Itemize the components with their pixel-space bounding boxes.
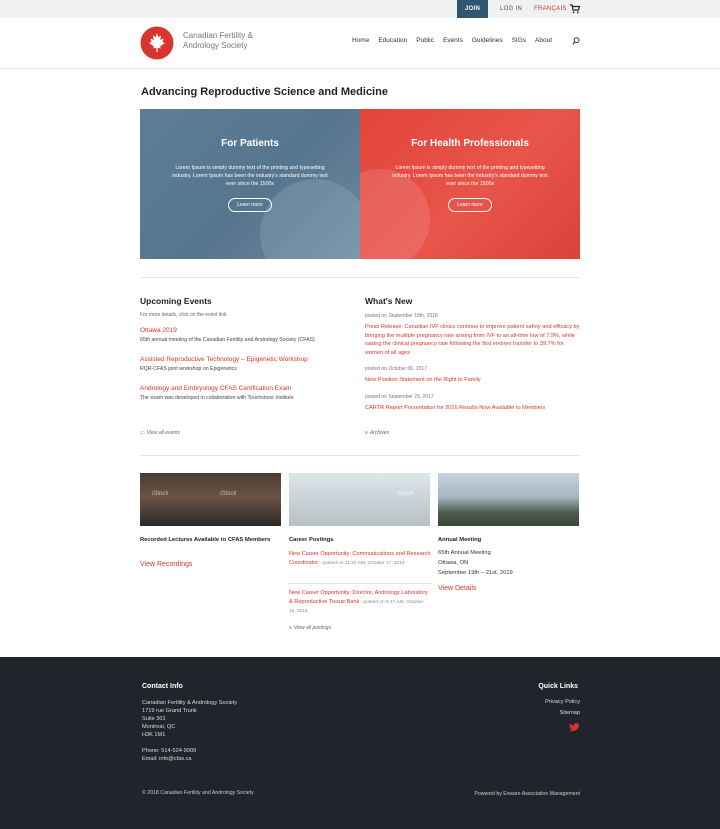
address-line: Suite 301 [142, 716, 166, 722]
hero-patients-panel: For Patients Lorem Ipsum is simply dummy… [140, 109, 360, 259]
twitter-icon[interactable] [569, 723, 579, 731]
list-icon: ≡ [365, 430, 368, 436]
cart-icon[interactable] [570, 4, 580, 14]
news-link[interactable]: CARTR Report Presentation for 2016 Resul… [365, 404, 580, 413]
hero-professionals-title: For Health Professionals [411, 138, 529, 149]
page-title: Advancing Reproductive Science and Medic… [141, 86, 388, 98]
site-header: Canadian Fertility & Andrology Society H… [0, 18, 720, 69]
section-divider [140, 277, 580, 278]
top-utility-bar: JOIN LOG IN FRANÇAIS [0, 0, 720, 18]
upcoming-events-heading: Upcoming Events [140, 296, 212, 306]
nav-item-sigs[interactable]: SIGs [512, 37, 526, 44]
event-description: 65th annual meeting of the Canadian Fert… [140, 337, 315, 343]
event-link[interactable]: Ottawa 2019 [140, 327, 360, 334]
quick-links-heading: Quick Links [538, 683, 578, 690]
view-all-postings-link[interactable]: ≡ View all postings [289, 625, 331, 631]
list-item: posted on October 06, 2017 New Position … [365, 366, 580, 385]
join-button[interactable]: JOIN [457, 0, 488, 18]
news-date: posted on September 29, 2017 [365, 393, 434, 400]
address-line: H3K 1M1 [142, 732, 166, 738]
news-link[interactable]: New Position Statement on the Right to F… [365, 376, 580, 385]
nav-item-home[interactable]: Home [352, 37, 369, 44]
calendar-icon: ▭ [140, 430, 145, 436]
hero-patients-title: For Patients [221, 138, 279, 149]
upcoming-events-list: For more details, click on the event lin… [140, 312, 360, 401]
logo-text[interactable]: Canadian Fertility & Andrology Society [183, 31, 273, 51]
career-post[interactable]: New Career Opportunity: Director, Androl… [289, 589, 431, 617]
image-watermark: iStock [220, 491, 237, 497]
address-line: 1719 rue Grand Trunk [142, 708, 197, 714]
nav-item-education[interactable]: Education [378, 37, 407, 44]
news-date: posted on October 06, 2017 [365, 366, 427, 372]
view-all-events-label: View all events [146, 430, 180, 436]
view-recordings-link[interactable]: View Recordings [140, 561, 192, 568]
phone-text: Phone: 514-524-9009 [142, 748, 197, 754]
list-item: Andrology and Embryology CFAS Certificat… [140, 385, 360, 401]
hero-patients-text: Lorem Ipsum is simply dummy text of the … [172, 165, 328, 187]
archives-link[interactable]: ≡ Archives [365, 430, 389, 436]
search-icon[interactable] [572, 37, 580, 45]
image-watermark: iStock [397, 491, 414, 497]
list-item: Ottawa 2019 65th annual meeting of the C… [140, 327, 360, 343]
event-link[interactable]: Assisted Reproductive Technology – Epige… [140, 356, 360, 363]
hero-professionals-learn-more-button[interactable]: Learn more [448, 198, 492, 212]
contact-info-heading: Contact Info [142, 683, 183, 690]
address-line: Montreal, QC [142, 724, 176, 730]
meeting-line-3: September 19th – 21st, 2019 [438, 570, 513, 576]
sitemap-link[interactable]: Sitemap [559, 710, 580, 716]
meeting-line-2: Ottawa, ON [438, 560, 469, 566]
news-list: posted on September 18th, 2018 Press Rel… [365, 313, 580, 421]
contact-address: Canadian Fertility & Andrology Society 1… [142, 699, 237, 763]
section-divider [140, 455, 580, 456]
hero-professionals-text: Lorem Ipsum is simply dummy text of the … [392, 165, 548, 187]
career-card-title: Career Postings [289, 537, 334, 543]
maple-leaf-logo-icon[interactable] [140, 26, 174, 60]
event-description: The exam was developed in collaboration … [140, 395, 294, 401]
ottawa-image[interactable] [438, 473, 579, 526]
nav-item-public[interactable]: Public [416, 37, 434, 44]
career-post-meta: - posted on 11:22 AM, October 17, 2018 [318, 560, 405, 566]
news-date: posted on September 18th, 2018 [365, 313, 438, 319]
career-image[interactable]: iStock [289, 473, 430, 526]
archives-label: Archives [369, 430, 390, 436]
whats-new-heading: What's New [365, 296, 413, 306]
career-post[interactable]: New Career Opportunity: Communications a… [289, 550, 431, 568]
list-item: posted on September 18th, 2018 Press Rel… [365, 313, 580, 357]
recordings-card-title: Recorded Lectures Available to CFAS Memb… [140, 537, 271, 543]
nav-item-about[interactable]: About [535, 37, 552, 44]
powered-by-link[interactable]: Powered by Exware Association Management [474, 791, 580, 797]
login-link[interactable]: LOG IN [500, 0, 522, 18]
view-all-events-link[interactable]: ▭ View all events [140, 430, 180, 436]
event-link[interactable]: Andrology and Embryology CFAS Certificat… [140, 385, 360, 392]
list-item: posted on September 29, 2017 CARTR Repor… [365, 394, 580, 413]
view-all-postings-label: View all postings [293, 625, 332, 631]
language-switch-link[interactable]: FRANÇAIS [534, 0, 567, 18]
list-icon: ≡ [289, 625, 292, 631]
list-item: Assisted Reproductive Technology – Epige… [140, 356, 360, 372]
hero-photo-overlay [260, 179, 360, 259]
news-link[interactable]: Press Release: Canadian IVF clinics cont… [365, 323, 580, 357]
image-watermark: iStock [152, 491, 169, 497]
main-nav: Home Education Public Events Guidelines … [352, 37, 561, 44]
email-link[interactable]: Email: info@cfas.ca [142, 755, 237, 763]
events-hint: For more details, click on the event lin… [140, 312, 228, 318]
meeting-card-title: Annual Meeting [438, 537, 482, 543]
address-line: Canadian Fertility & Andrology Society [142, 700, 238, 706]
event-description: RQR-CFAS joint workshop on Epigenetics [140, 366, 237, 372]
privacy-policy-link[interactable]: Privacy Policy [545, 699, 580, 705]
hero-professionals-panel: For Health Professionals Lorem Ipsum is … [360, 109, 580, 259]
meeting-line-1: 65th Annual Meeting [438, 550, 491, 556]
nav-item-guidelines[interactable]: Guidelines [472, 37, 503, 44]
post-divider [289, 583, 431, 584]
view-details-link[interactable]: View Details [438, 585, 476, 592]
site-footer: Contact Info Canadian Fertility & Androl… [0, 657, 720, 829]
copyright-text: © 2018 Canadian Fertility and Andrology … [142, 790, 254, 796]
recordings-image[interactable]: iStock iStock [140, 473, 281, 526]
nav-item-events[interactable]: Events [443, 37, 463, 44]
hero-patients-learn-more-button[interactable]: Learn more [228, 198, 272, 212]
